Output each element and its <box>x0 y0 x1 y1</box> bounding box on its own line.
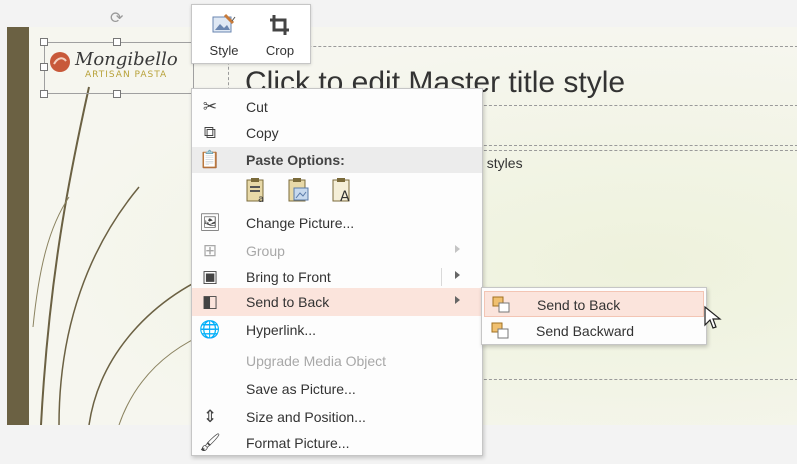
menu-item-label: Cut <box>246 99 268 115</box>
crop-label: Crop <box>265 43 295 58</box>
resize-handle-w[interactable] <box>40 63 48 71</box>
menu-item-upgrade-media-object[interactable]: Upgrade Media Object <box>192 347 482 375</box>
chevron-right-icon[interactable] <box>455 296 460 304</box>
menu-item-label: Upgrade Media Object <box>246 353 387 369</box>
menu-item-format-picture[interactable]: 🖌 Format Picture... <box>192 429 482 457</box>
menu-item-label: Send to Back <box>246 294 330 310</box>
logo-picture[interactable]: Mongibello ARTISAN PASTA <box>44 42 194 94</box>
resize-handle-sw[interactable] <box>40 90 48 98</box>
svg-text:A: A <box>340 189 350 205</box>
menu-item-copy[interactable]: ⧉ Copy <box>192 119 482 147</box>
paste-keep-formatting-icon[interactable] <box>284 177 312 205</box>
resize-handle-nw[interactable] <box>40 38 48 46</box>
menu-item-label: Group <box>246 243 285 259</box>
resize-handle-s[interactable] <box>113 90 121 98</box>
submenu-item-send-backward[interactable]: Send Backward <box>484 318 704 344</box>
menu-item-label: Save as Picture... <box>246 381 356 397</box>
change-picture-icon: 🖼 <box>199 213 221 232</box>
resize-handle-n[interactable] <box>113 38 121 46</box>
chevron-right-icon[interactable] <box>455 271 460 279</box>
format-picture-icon: 🖌 <box>199 433 221 452</box>
paste-text-only-icon[interactable]: A <box>328 177 356 205</box>
split-divider <box>441 268 442 286</box>
send-to-back-icon: ◧ <box>201 292 219 311</box>
svg-text:a: a <box>258 194 264 205</box>
rotate-handle-icon[interactable]: ⟳ <box>110 8 123 28</box>
style-label: Style <box>209 43 239 58</box>
mouse-pointer-icon <box>704 305 722 329</box>
send-to-back-submenu: Send to Back Send Backward <box>481 287 707 345</box>
submenu-item-label: Send to Back <box>537 297 621 313</box>
paste-icon: 📋 <box>199 150 221 169</box>
logo-tagline: ARTISAN PASTA <box>85 70 168 80</box>
menu-item-label: Bring to Front <box>246 269 331 285</box>
scissors-icon: ✂ <box>202 97 218 116</box>
group-icon: ⊞ <box>202 241 218 260</box>
menu-item-send-to-back[interactable]: ◧ Send to Back <box>192 288 482 316</box>
crop-button[interactable]: Crop <box>252 5 308 63</box>
size-position-icon: ⇕ <box>202 407 218 426</box>
crop-icon <box>270 15 289 35</box>
menu-item-label: Hyperlink... <box>246 322 317 338</box>
copy-icon: ⧉ <box>203 123 217 142</box>
globe-link-icon: 🌐 <box>199 320 221 339</box>
menu-item-size-and-position[interactable]: ⇕ Size and Position... <box>192 403 482 431</box>
menu-item-hyperlink[interactable]: 🌐 Hyperlink... <box>192 316 482 344</box>
menu-item-label: Format Picture... <box>246 435 350 451</box>
paste-options-header: 📋 Paste Options: <box>192 147 482 173</box>
menu-item-save-as-picture[interactable]: Save as Picture... <box>192 375 482 403</box>
slide-side-bar <box>7 27 29 425</box>
menu-item-label: Copy <box>246 125 279 141</box>
chevron-right-icon <box>455 245 460 253</box>
menu-item-label: Change Picture... <box>246 215 355 231</box>
bring-to-front-icon: ▣ <box>201 267 219 286</box>
menu-item-label: Size and Position... <box>246 409 366 425</box>
menu-item-cut[interactable]: ✂ Cut <box>192 93 482 121</box>
context-menu: ✂ Cut ⧉ Copy 📋 Paste Options: a A 🖼 Chan… <box>191 88 483 456</box>
submenu-item-send-to-back[interactable]: Send to Back <box>484 291 704 317</box>
menu-item-change-picture[interactable]: 🖼 Change Picture... <box>192 209 482 237</box>
submenu-item-label: Send Backward <box>536 323 635 339</box>
mini-toolbar: Style Crop <box>191 4 311 64</box>
send-to-back-icon <box>492 296 510 313</box>
menu-item-bring-to-front[interactable]: ▣ Bring to Front <box>192 263 482 291</box>
picture-style-icon <box>212 13 236 33</box>
style-button[interactable]: Style <box>196 5 252 63</box>
paste-use-destination-theme-icon[interactable]: a <box>242 177 270 205</box>
paste-options-label: Paste Options: <box>246 152 345 168</box>
menu-item-group[interactable]: ⊞ Group <box>192 237 482 265</box>
logo-mark-icon <box>50 52 70 72</box>
logo-name: Mongibello <box>75 49 178 70</box>
send-backward-icon <box>491 322 509 339</box>
